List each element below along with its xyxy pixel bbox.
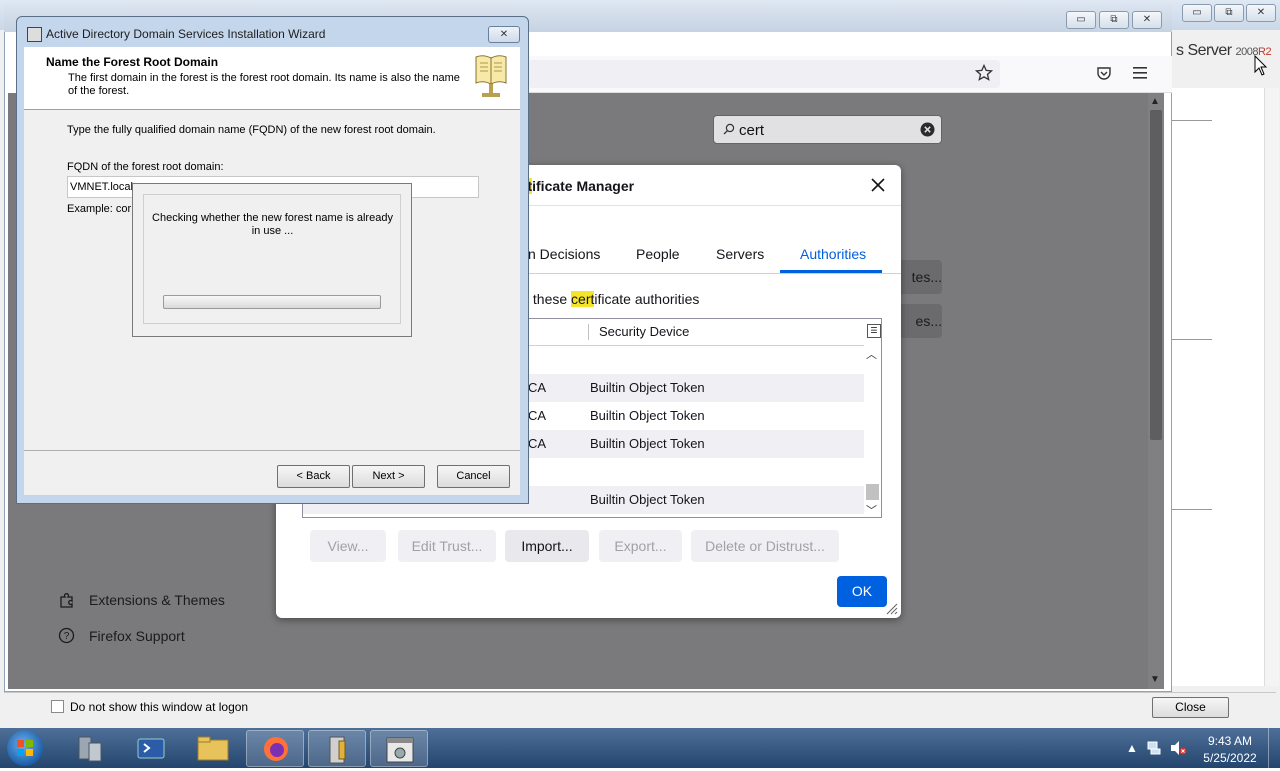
svg-text:?: ? <box>64 631 70 642</box>
explorer-icon <box>197 736 229 761</box>
wizard-title: Active Directory Domain Services Install… <box>46 27 326 41</box>
puzzle-icon <box>60 593 73 608</box>
dont-show-checkbox[interactable] <box>51 700 64 713</box>
wizard-page-subtitle: The first domain in the forest is the fo… <box>68 72 460 97</box>
next-button[interactable]: Next > <box>352 465 425 488</box>
divider <box>1172 509 1212 510</box>
tab-servers[interactable]: Servers <box>716 246 764 262</box>
wizard-page-title: Name the Forest Root Domain <box>46 55 219 69</box>
scroll-down-icon[interactable]: ▼ <box>1150 674 1160 685</box>
cert-device: Builtin Object Token <box>590 436 705 451</box>
show-desktop-button[interactable] <box>1268 728 1280 768</box>
certificate-manager-title: rtificate Manager <box>522 178 634 194</box>
desc-prefix: y these <box>522 291 572 307</box>
chevron-down-icon[interactable]: ﹀ <box>866 502 877 518</box>
sidebar-link-extensions[interactable]: Extensions & Themes <box>89 592 225 608</box>
ok-button[interactable]: OK <box>837 576 887 607</box>
taskbar-explorer[interactable] <box>184 730 242 767</box>
divider <box>1172 120 1212 121</box>
clear-search-icon[interactable] <box>920 122 935 137</box>
import-button[interactable]: Import... <box>505 530 589 562</box>
ad-wizard-icon <box>329 736 346 764</box>
server-manager-restore-button[interactable]: ⧉ <box>1214 4 1244 22</box>
book-icon <box>475 55 507 97</box>
pocket-icon[interactable] <box>1096 65 1112 81</box>
windows-logo-icon <box>17 740 33 756</box>
edit-trust-button[interactable]: Edit Trust... <box>398 530 496 562</box>
volume-muted-icon[interactable] <box>1170 740 1188 756</box>
settings-search-value: cert <box>739 122 765 139</box>
divider <box>24 450 520 451</box>
cert-device: Builtin Object Token <box>590 492 705 507</box>
url-bar[interactable] <box>528 60 1000 88</box>
search-icon <box>723 123 735 135</box>
mouse-cursor-icon <box>1254 55 1268 76</box>
firefox-scrollbar-thumb[interactable] <box>1150 110 1162 440</box>
authorities-description: y these certificate authorities <box>522 291 699 307</box>
show-hidden-icons-icon[interactable]: ▲ <box>1126 741 1138 755</box>
taskbar-dcpromo[interactable] <box>370 730 428 767</box>
scroll-up-icon[interactable]: ▲ <box>1150 96 1160 107</box>
taskbar-ad-wizard[interactable] <box>308 730 366 767</box>
chevron-up-icon[interactable]: ︿ <box>866 346 877 362</box>
clock-time[interactable]: 9:43 AM <box>1195 734 1265 748</box>
progress-bar <box>163 295 381 309</box>
firefox-restore-button[interactable]: ⧉ <box>1099 11 1129 29</box>
server-manager-close-button[interactable]: ✕ <box>1246 4 1276 22</box>
view-button[interactable]: View... <box>310 530 386 562</box>
dcpromo-icon <box>386 737 414 763</box>
server-manager-icon <box>78 736 102 762</box>
settings-button-label: es... <box>915 313 942 329</box>
close-button[interactable]: Close <box>1152 697 1229 718</box>
clock-date[interactable]: 5/25/2022 <box>1195 751 1265 765</box>
server-manager-minimize-button[interactable]: ▭ <box>1182 4 1212 22</box>
cert-name: CA <box>528 408 547 423</box>
taskbar-server-manager[interactable] <box>60 730 118 767</box>
taskbar-powershell[interactable] <box>122 730 180 767</box>
tab-authorities[interactable]: Authorities <box>800 246 866 262</box>
tab-decisions[interactable]: n Decisions <box>528 246 600 262</box>
help-circle-icon: ? <box>58 627 75 644</box>
divider <box>1172 339 1212 340</box>
cert-device: Builtin Object Token <box>590 408 705 423</box>
fqdn-label: FQDN of the forest root domain: <box>67 161 224 173</box>
cert-device: Builtin Object Token <box>590 380 705 395</box>
wizard-prompt: Type the fully qualified domain name (FQ… <box>67 124 436 136</box>
powershell-icon <box>137 738 165 759</box>
delete-or-distrust-button[interactable]: Delete or Distrust... <box>691 530 839 562</box>
cert-name: CA <box>528 380 547 395</box>
desc-highlight: cert <box>571 291 595 307</box>
settings-button-label: tes... <box>911 269 942 285</box>
firefox-minimize-button[interactable]: ▭ <box>1066 11 1096 29</box>
back-button[interactable]: < Back <box>277 465 350 488</box>
tab-people[interactable]: People <box>636 246 680 262</box>
taskbar-firefox[interactable] <box>246 730 304 767</box>
dont-show-label: Do not show this window at logon <box>70 700 249 714</box>
sidebar-link-support[interactable]: Firefox Support <box>89 628 185 644</box>
server-manager-right-pane <box>1172 88 1272 686</box>
brand-text: s Server <box>1176 42 1232 59</box>
title-suffix: ificate Manager <box>532 178 635 194</box>
desc-suffix: ificate authorities <box>594 291 700 307</box>
network-icon[interactable] <box>1146 740 1162 756</box>
firefox-icon <box>264 737 288 761</box>
wizard-close-button[interactable]: ✕ <box>488 26 520 43</box>
server-manager-scrollbar[interactable] <box>1264 88 1279 686</box>
menu-icon[interactable] <box>1132 66 1148 80</box>
fqdn-example: Example: corp <box>67 203 138 215</box>
column-picker-icon[interactable]: ☰ <box>867 324 881 338</box>
export-button[interactable]: Export... <box>599 530 682 562</box>
column-separator[interactable] <box>588 324 589 340</box>
close-icon[interactable] <box>871 178 885 192</box>
firefox-close-button[interactable]: ✕ <box>1132 11 1162 29</box>
tree-scrollbar-thumb[interactable] <box>866 484 879 500</box>
wizard-app-icon <box>27 27 42 42</box>
bookmark-star-icon[interactable] <box>975 64 993 82</box>
cert-name: CA <box>528 436 547 451</box>
column-header-security-device[interactable]: Security Device <box>599 324 689 339</box>
resize-grip-icon[interactable] <box>884 601 898 615</box>
cancel-button[interactable]: Cancel <box>437 465 510 488</box>
progress-message: Checking whether the new forest name is … <box>152 212 393 237</box>
